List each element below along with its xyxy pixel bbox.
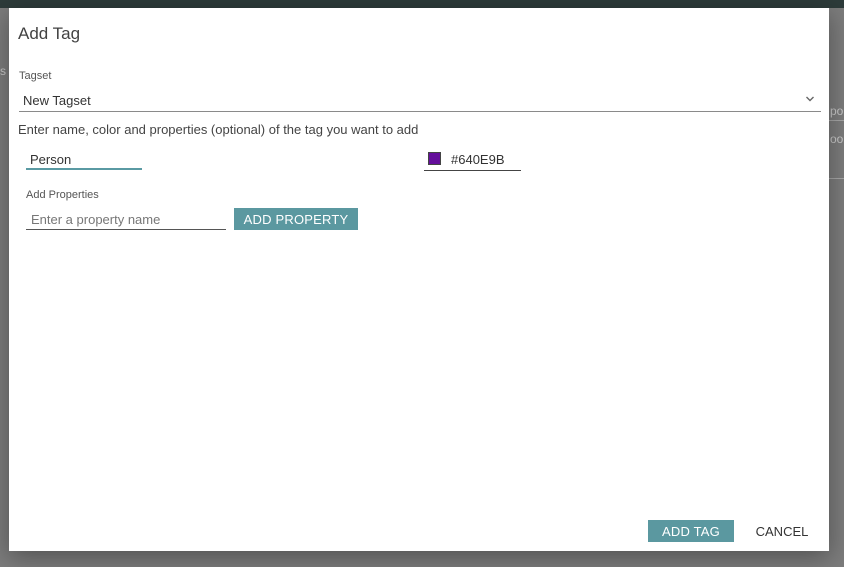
color-picker-field[interactable]: #640E9B xyxy=(424,150,521,171)
tagset-select[interactable]: New Tagset xyxy=(19,90,821,112)
background-app-header xyxy=(0,0,844,8)
dialog-title: Add Tag xyxy=(18,24,81,43)
add-tag-button[interactable]: ADD TAG xyxy=(648,520,734,542)
background-text-fragment: oo xyxy=(830,132,844,146)
property-name-input[interactable] xyxy=(26,209,226,230)
tagset-selected-value: New Tagset xyxy=(23,93,91,108)
background-divider xyxy=(829,178,844,179)
background-text-fragment: po xyxy=(830,104,844,118)
tagset-label: Tagset xyxy=(19,70,52,82)
add-properties-label: Add Properties xyxy=(26,189,99,201)
chevron-down-icon xyxy=(806,96,814,102)
tag-name-input[interactable] xyxy=(26,150,142,170)
instructions-text: Enter name, color and properties (option… xyxy=(18,122,419,137)
background-divider xyxy=(829,120,844,121)
add-property-button[interactable]: ADD PROPERTY xyxy=(234,208,358,230)
color-swatch xyxy=(428,152,441,165)
cancel-button[interactable]: CANCEL xyxy=(752,520,812,542)
add-tag-dialog: Add Tag Tagset New Tagset Enter name, co… xyxy=(9,8,829,551)
background-text-fragment: s xyxy=(0,64,6,78)
color-value: #640E9B xyxy=(451,152,505,167)
